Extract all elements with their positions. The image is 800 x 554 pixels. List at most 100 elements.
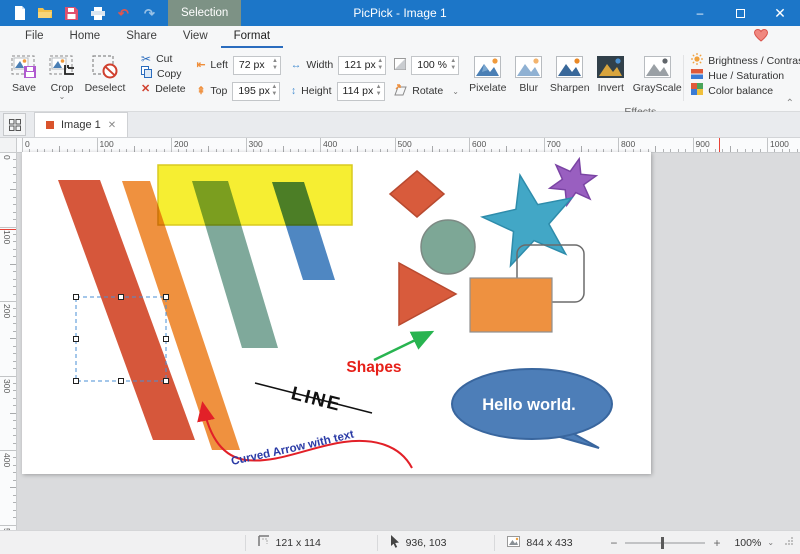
adjust-group: Brightness / Contrast Hue / Saturation C… [684, 50, 800, 101]
left-spinner[interactable]: ▲▼ [272, 58, 278, 72]
tab-home[interactable]: Home [57, 26, 114, 48]
minimize-button[interactable]: – [680, 0, 720, 26]
orange-rectangle [470, 278, 552, 332]
zoom-slider-handle[interactable] [661, 537, 664, 549]
tab-format[interactable]: Format [221, 26, 283, 48]
workspace: 01002003004005006007008009001000 0100200… [0, 138, 800, 530]
rotate-button[interactable]: Rotate ⌄ [394, 84, 459, 99]
crop-dropdown-caret-icon[interactable]: ⌄ [59, 94, 66, 100]
left-input[interactable]: 72 px▲▼ [233, 56, 281, 75]
scale-rotate-group: 100 %▲▼ Rotate ⌄ [390, 48, 463, 111]
redo-icon[interactable]: ↷ [142, 6, 157, 21]
h-ruler: 01002003004005006007008009001000 [17, 138, 800, 153]
brightness-contrast-button[interactable]: Brightness / Contrast [686, 53, 800, 68]
zoom-out-icon[interactable]: − [610, 536, 617, 550]
height-input[interactable]: 114 px▲▼ [337, 82, 385, 101]
canvas[interactable]: Shapes LINE Curved Arrow with text Hello… [22, 152, 651, 474]
width-input[interactable]: 121 px▲▼ [338, 56, 386, 75]
zoom-in-icon[interactable]: + [713, 536, 720, 550]
cut-button[interactable]: ✂ Cut [136, 51, 191, 66]
image-size-item: 844 x 433 [495, 536, 610, 550]
cursor-icon [390, 535, 400, 551]
yellow-rectangle [158, 165, 352, 225]
capture-mode-chip: Selection [168, 0, 241, 26]
height-spinner[interactable]: ▲▼ [376, 84, 382, 98]
ribbon: Save Crop ⌄ Deselect ✂ Cut [0, 48, 800, 112]
selection-group: Save Crop ⌄ Deselect [0, 48, 134, 111]
ruler-corner [0, 138, 17, 153]
tab-share[interactable]: Share [113, 26, 170, 48]
invert-button[interactable]: Invert [590, 50, 631, 94]
scissors-icon: ✂ [141, 52, 151, 66]
hue-bars-icon [691, 68, 703, 83]
scale-spinner[interactable]: ▲▼ [450, 58, 456, 72]
document-icon [46, 121, 54, 129]
top-input[interactable]: 195 px▲▼ [232, 82, 280, 101]
image-size-icon [507, 536, 520, 550]
v-ruler-cursor-marker [0, 229, 16, 230]
width-spinner[interactable]: ▲▼ [377, 58, 383, 72]
pixelate-button[interactable]: Pixelate [467, 50, 508, 94]
delete-button[interactable]: ✕ Delete [136, 81, 191, 96]
sun-icon [691, 53, 703, 68]
save-icon[interactable] [64, 6, 79, 21]
left-field: ⇤ Left 72 px▲▼ [197, 56, 281, 75]
deselect-icon [92, 53, 118, 80]
save-button[interactable]: Save [5, 50, 43, 94]
scale-input[interactable]: 100 %▲▼ [411, 56, 459, 75]
height-arrow-icon: ↕ [291, 85, 296, 97]
save-image-icon [11, 53, 37, 80]
rotate-caret-icon: ⌄ [452, 87, 459, 96]
invert-icon [597, 53, 624, 80]
sharpen-button[interactable]: Sharpen [549, 50, 590, 94]
position-size-group: ⇤ Left 72 px▲▼ ↔ Width 121 px▲▼ ⇞ Top 19… [193, 48, 391, 111]
shapes-label: Shapes [346, 359, 401, 376]
grayscale-button[interactable]: GrayScale [631, 50, 683, 94]
grayscale-icon [644, 53, 671, 80]
clipboard-group: ✂ Cut Copy ✕ Delete [134, 48, 193, 111]
status-bar: 121 x 114 936, 103 844 x 433 − + 100% ⌄ [0, 530, 800, 554]
tab-file[interactable]: File [12, 26, 57, 48]
height-field: ↕ Height 114 px▲▼ [291, 82, 386, 101]
blur-button[interactable]: Blur [508, 50, 549, 94]
arrange-windows-icon[interactable] [3, 113, 26, 136]
left-arrow-icon: ⇤ [197, 59, 206, 71]
color-balance-icon [691, 83, 703, 98]
v-ruler: 0100200300400500 [0, 153, 17, 530]
copy-icon [141, 66, 152, 81]
delete-x-icon: ✕ [141, 82, 150, 95]
close-button[interactable]: ✕ [760, 0, 800, 26]
green-arrow [374, 332, 432, 360]
top-spinner[interactable]: ▲▼ [271, 84, 277, 98]
document-tab-image1[interactable]: Image 1 ✕ [34, 112, 128, 137]
tab-view[interactable]: View [170, 26, 221, 48]
color-balance-button[interactable]: Color balance [686, 83, 800, 98]
open-folder-icon[interactable] [38, 6, 53, 21]
pixelate-icon [474, 53, 501, 80]
line-label: LINE [289, 383, 344, 416]
new-file-icon[interactable] [12, 6, 27, 21]
purple-star [550, 159, 596, 205]
crop-button[interactable]: Crop ⌄ [43, 50, 81, 100]
close-tab-icon[interactable]: ✕ [108, 120, 116, 131]
print-icon[interactable] [90, 6, 105, 21]
scale-field: 100 %▲▼ [394, 56, 459, 75]
zoom-level[interactable]: 100% ⌄ [720, 537, 780, 549]
picpick-window: ↶ ↷ ⌄ Selection PicPick - Image 1 – ✕ Fi… [0, 0, 800, 554]
maximize-button[interactable] [720, 0, 760, 26]
deselect-button[interactable]: Deselect [81, 50, 129, 94]
rotate-icon [394, 84, 407, 99]
undo-icon[interactable]: ↶ [116, 6, 131, 21]
scale-icon [394, 58, 406, 73]
copy-button[interactable]: Copy [136, 66, 191, 81]
maximize-icon [736, 9, 745, 18]
title-bar: ↶ ↷ ⌄ Selection PicPick - Image 1 – ✕ [0, 0, 800, 26]
zoom-slider-track[interactable] [625, 542, 705, 544]
quick-access-toolbar: ↶ ↷ ⌄ [12, 0, 183, 26]
hue-saturation-button[interactable]: Hue / Saturation [686, 68, 800, 83]
resize-grip-icon[interactable] [784, 536, 794, 549]
green-circle [421, 220, 475, 274]
heart-icon[interactable] [754, 29, 768, 45]
width-arrow-icon: ↔ [291, 59, 302, 71]
collapse-ribbon-icon[interactable]: ⌃ [786, 98, 794, 109]
